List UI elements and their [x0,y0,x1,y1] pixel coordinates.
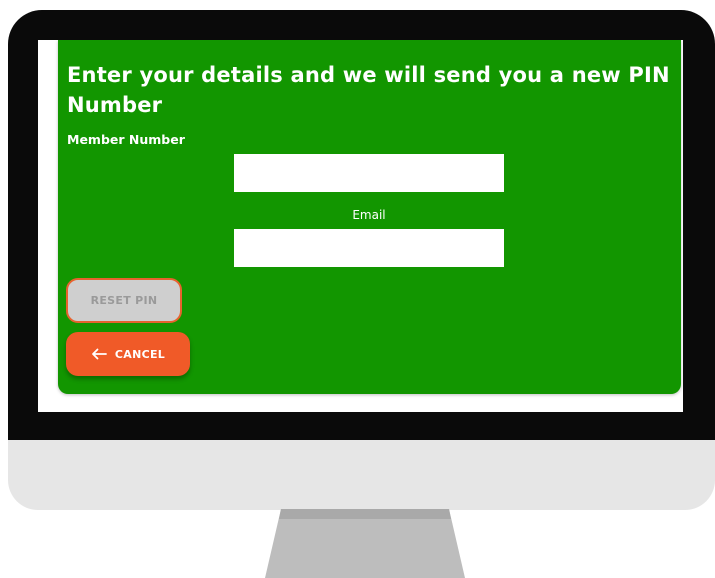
reset-pin-button[interactable]: RESET PIN [66,278,182,323]
reset-pin-form-card: Enter your details and we will send you … [58,40,681,394]
monitor-chin [8,440,715,510]
form-title: Enter your details and we will send you … [67,63,670,117]
member-number-label: Member Number [67,132,185,147]
monitor-screen: Enter your details and we will send you … [38,40,683,412]
cancel-button-label: CANCEL [114,347,166,361]
reset-pin-button-label: RESET PIN [90,294,158,307]
email-input[interactable] [234,229,504,267]
member-number-input[interactable] [234,154,504,192]
arrow-left-icon [91,348,107,360]
monitor-stand [265,509,465,578]
desktop-monitor-mockup: Enter your details and we will send you … [0,0,715,578]
email-label: Email [352,208,386,222]
monitor-stand-shadow [279,509,451,519]
cancel-button[interactable]: CANCEL [66,332,190,376]
